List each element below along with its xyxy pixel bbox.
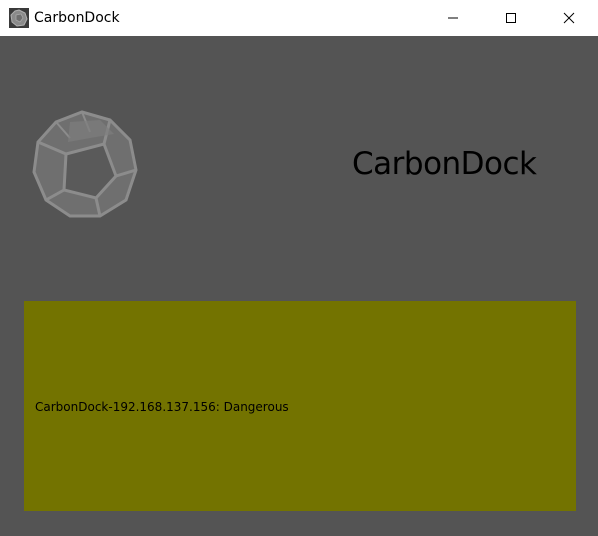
maximize-icon bbox=[506, 13, 516, 23]
title-bar: CarbonDock bbox=[0, 0, 598, 36]
carbondock-logo-icon bbox=[32, 110, 138, 218]
window-title: CarbonDock bbox=[34, 10, 120, 26]
maximize-button[interactable] bbox=[488, 0, 534, 36]
status-text: CarbonDock-192.168.137.156: Dangerous bbox=[35, 400, 289, 414]
minimize-button[interactable] bbox=[430, 0, 476, 36]
minimize-icon bbox=[448, 17, 458, 19]
close-icon bbox=[563, 12, 575, 24]
app-icon bbox=[9, 8, 29, 28]
close-button[interactable] bbox=[546, 0, 592, 36]
app-heading: CarbonDock bbox=[352, 146, 537, 182]
status-panel: CarbonDock-192.168.137.156: Dangerous bbox=[24, 301, 576, 511]
main-window-content: CarbonDock CarbonDock-192.168.137.156: D… bbox=[0, 36, 598, 536]
